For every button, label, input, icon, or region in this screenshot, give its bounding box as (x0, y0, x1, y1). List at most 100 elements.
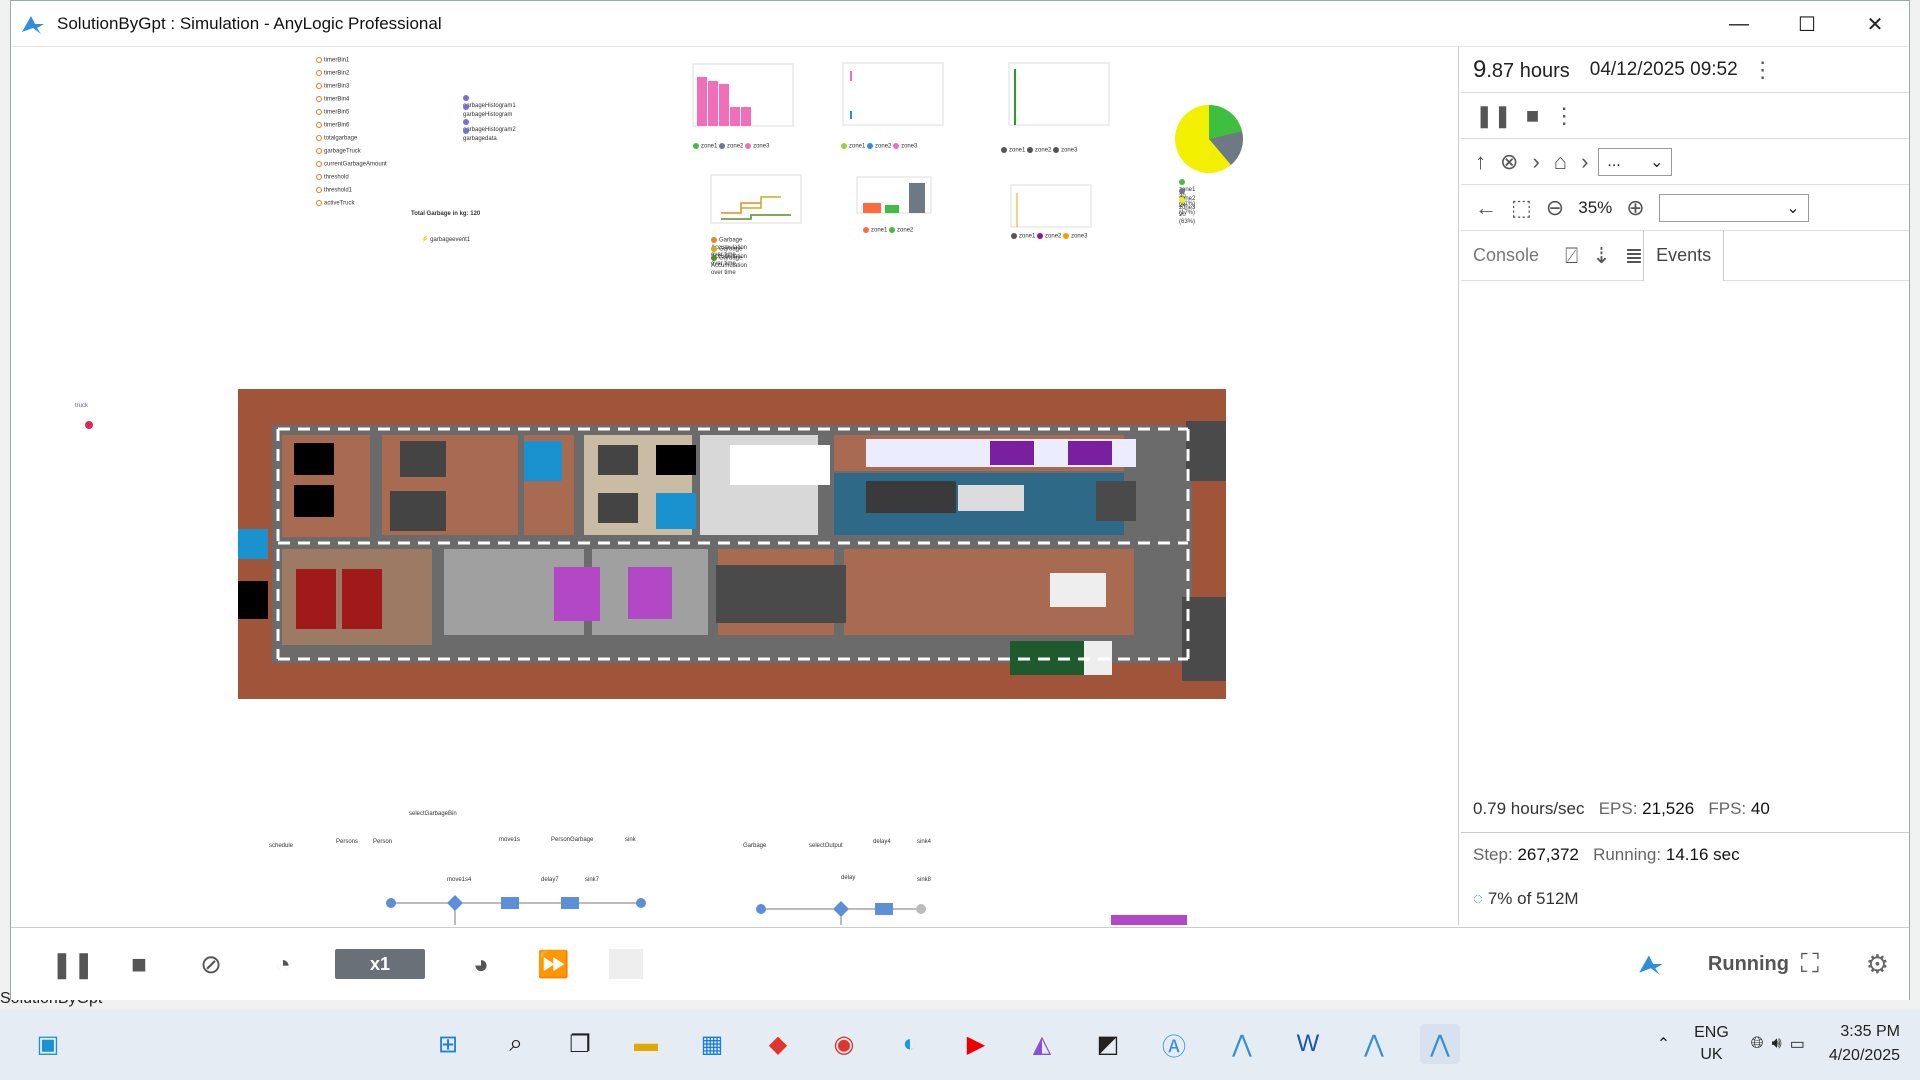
parameter-item: currentGarbageAmount (316, 161, 387, 169)
parameter-item: totalgarbage (316, 135, 357, 143)
truck-agent-icon[interactable] (85, 421, 93, 429)
total-garbage-label: Total Garbage in kg: 120 (411, 211, 481, 217)
zoom-out-icon[interactable]: ⊖ (1546, 195, 1564, 221)
parameter-item: timerBin1 (316, 57, 349, 65)
word-wrap-icon[interactable]: ≣ (1625, 243, 1643, 269)
step-button[interactable] (609, 949, 643, 979)
view-area-select[interactable]: ⌄ (1658, 193, 1809, 222)
home-icon[interactable]: ⌂ (1554, 149, 1567, 175)
anylogic-app-icon-2[interactable]: ⋀ (1222, 1024, 1262, 1064)
clear-console-icon[interactable]: ⍁ (1565, 243, 1578, 269)
clear-circle-icon[interactable]: ⊗ (1500, 149, 1518, 175)
flow-block-label: move1s (499, 837, 521, 843)
close-button[interactable]: ✕ (1841, 1, 1909, 47)
clock[interactable]: 3:35 PM 4/20/2025 (1829, 1020, 1900, 1068)
language-indicator[interactable]: ENG UK (1694, 1022, 1729, 1066)
decrease-speed-icon[interactable]: ◔ (267, 949, 299, 980)
minimize-button[interactable]: — (1705, 1, 1773, 47)
zoom-level: 35% (1578, 197, 1613, 217)
chevron-down-icon: ⌄ (1649, 153, 1664, 171)
parameter-item: timerBin3 (316, 83, 349, 91)
increase-speed-icon[interactable]: ◕ (465, 949, 497, 980)
city-map[interactable] (238, 389, 1226, 699)
chrome-icon[interactable]: ◉ (824, 1024, 864, 1064)
console-area[interactable] (1461, 281, 1909, 833)
file-explorer-icon[interactable]: ▬ (626, 1024, 666, 1064)
window-title: SolutionByGpt : Simulation - AnyLogic Pr… (57, 13, 442, 33)
globe-icon[interactable]: 🌐︎ (1751, 1035, 1764, 1053)
title-bar[interactable]: SolutionByGpt : Simulation - AnyLogic Pr… (11, 1, 1909, 47)
visual-studio-icon[interactable]: ◭ (1022, 1024, 1062, 1064)
parameter-item: timerBin5 (316, 109, 349, 117)
tab-events[interactable]: Events (1643, 230, 1725, 281)
flow-block-label: delay (841, 875, 856, 881)
flow-block-label: Person (373, 839, 393, 845)
fullscreen-icon[interactable]: ⛶ (1801, 948, 1819, 980)
task-view-icon[interactable]: ❐ (560, 1024, 600, 1064)
flow-title: selectGarbageBin (409, 811, 457, 817)
scroll-lock-icon[interactable]: ⇣ (1592, 243, 1610, 269)
plot-1-legend: zone1 zone2 zone3 (841, 143, 917, 151)
edge-icon[interactable]: ◐ (890, 1024, 930, 1064)
parameter-list: timerBin1 timerBin2 timerBin3 timerBin4 time… (316, 57, 396, 217)
parameter-item: threshold1 (316, 187, 352, 195)
histogram-chart (692, 63, 794, 127)
histogram-legend: zone1 zone2 zone3 (693, 143, 769, 151)
memory-spinner-icon: ◌ (1473, 889, 1484, 908)
notion-icon[interactable]: ◩ (1088, 1024, 1128, 1064)
memory-stats: ◌ 7% of 512M (1473, 889, 1579, 908)
speed-indicator[interactable]: x1 (335, 949, 425, 979)
chevron-right-icon: › (1532, 148, 1540, 174)
back-arrow-icon[interactable]: ← (1475, 195, 1497, 221)
zone-bar-legend: zone1 zone2 (863, 227, 913, 235)
anylogic-app-icon-1[interactable]: Ⓐ (1154, 1024, 1194, 1064)
pause-icon[interactable]: ❚❚ (1475, 103, 1512, 129)
parameter-item: timerBin4 (316, 96, 349, 104)
chevron-right-icon-2: › (1581, 148, 1589, 174)
chevron-up-icon[interactable]: ⌃ (1657, 1034, 1670, 1054)
flow-block-label: sink8 (917, 877, 932, 883)
more-control-icon[interactable]: ⋮ (1553, 103, 1575, 129)
fit-zoom-icon[interactable]: ⬚ (1511, 195, 1532, 221)
flow-block-label: selectOutput (809, 843, 843, 849)
anydesk-icon[interactable]: ◆ (758, 1024, 798, 1064)
stop-icon[interactable]: ■ (1526, 103, 1539, 129)
flow-block-label: delay4 (873, 839, 891, 845)
parameter-item: activeTruck (316, 200, 354, 208)
flow-block-label: Persons (336, 839, 359, 845)
anylogic-app-icon-3[interactable]: ⋀ (1354, 1024, 1394, 1064)
flow-block-label: delay7 (541, 877, 559, 883)
tab-console[interactable]: Console (1461, 231, 1551, 281)
store-icon[interactable]: ▦ (692, 1024, 732, 1064)
battery-icon[interactable]: ▭ (1790, 1034, 1805, 1054)
zone-bar-chart (856, 176, 932, 214)
volume-icon[interactable]: 🔊︎ (1772, 1035, 1782, 1053)
pie-chart (1175, 105, 1243, 173)
navigation-row: ↑ ⊗ › ⌂ › ... ⌄ (1461, 139, 1909, 185)
speed-stats: 0.79 hours/sec EPS: 21,526 FPS: 40 (1473, 799, 1770, 818)
simulation-canvas[interactable]: timerBin1 timerBin2 timerBin3 timerBin4 time… (11, 47, 1459, 925)
system-tray: ⌃ ENG UK 🌐︎ 🔊︎ ▭ 3:35 PM 4/20/2025 (1657, 1020, 1900, 1068)
anylogic-app-icon-active[interactable]: ⋀ (1420, 1024, 1460, 1064)
youtube-icon[interactable]: ▶ (956, 1024, 996, 1064)
widgets-icon[interactable]: ▣ (28, 1024, 68, 1064)
zoom-in-icon[interactable]: ⊕ (1626, 195, 1644, 221)
flow-block-label: Garbage (743, 843, 767, 849)
agent-select[interactable]: ... ⌄ (1598, 147, 1673, 176)
truck-agent-label: truck (75, 403, 89, 409)
search-icon[interactable]: ⌕ (496, 1024, 536, 1064)
parameter-item: garbageTruck (316, 148, 361, 156)
pause-button[interactable]: ❚❚ (51, 949, 95, 980)
fast-forward-icon[interactable]: ⏩ (537, 949, 569, 980)
flow-block-label: move1s4 (447, 877, 472, 883)
maximize-button[interactable]: ☐ (1773, 1, 1841, 47)
stop-button[interactable]: ■ (123, 949, 155, 980)
more-icon[interactable]: ⋮ (1752, 57, 1774, 83)
word-icon[interactable]: W (1288, 1024, 1328, 1064)
slower-button[interactable]: ⊘ (195, 949, 227, 980)
flow-block-label: sink (625, 837, 636, 843)
start-icon[interactable]: ⊞ (428, 1024, 468, 1064)
up-arrow-icon[interactable]: ↑ (1475, 149, 1486, 175)
tab-bar: Console ⍁ ⇣ ≣ Events (1461, 230, 1909, 281)
settings-icon[interactable]: ⚙ (1866, 949, 1889, 980)
